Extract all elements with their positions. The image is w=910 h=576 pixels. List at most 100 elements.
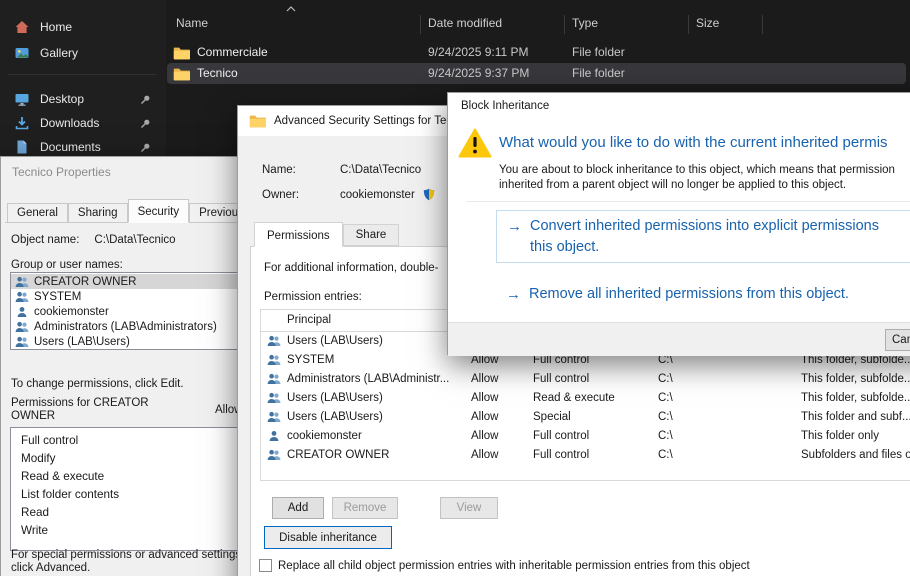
disable-inheritance-button[interactable]: Disable inheritance [264,526,392,549]
cell-inherited-from: C:\ [658,411,798,423]
cell-access: Full control [533,430,655,442]
permission-entry-row[interactable]: Users (LAB\Users) Allow Read & execute C… [261,389,910,408]
user-icon [15,306,29,318]
add-button[interactable]: Add [272,497,324,519]
column-headers: Name Date modified Type Size [166,0,910,38]
documents-icon [14,139,30,155]
cell-applies-to: This folder, subfolde... [801,392,910,404]
cell-applies-to: This folder only [801,430,910,442]
column-divider[interactable] [564,15,565,34]
cell-applies-to: This folder, subfolde... [801,373,910,385]
remove-permissions-command-link[interactable]: → Remove all inherited permissions from … [506,285,910,307]
cell-principal: cookiemonster [287,430,469,442]
replace-permissions-checkbox[interactable] [259,559,272,572]
permission-entry-row[interactable]: CREATOR OWNER Allow Full control C:\ Sub… [261,446,910,465]
permission-entry-row[interactable]: cookiemonster Allow Full control C:\ Thi… [261,427,910,446]
folder-icon [249,114,266,128]
permission-entry-row[interactable]: Users (LAB\Users) Allow Special C:\ This… [261,408,910,427]
folder-icon [173,46,190,60]
folder-icon [173,67,190,81]
cell-access: Full control [533,373,655,385]
cell-principal: Users (LAB\Users) [287,335,469,347]
sidebar-item-label: Gallery [40,46,78,60]
sort-ascending-icon [286,6,296,12]
view-button[interactable]: View [440,497,498,519]
block-inheritance-dialog: Block Inheritance What would you like to… [447,92,910,355]
column-header-date-modified[interactable]: Date modified [428,16,502,30]
sidebar-separator [8,74,156,75]
permission-entries-label: Permission entries: [264,291,362,303]
sidebar-item-label: Documents [40,140,101,154]
remove-button[interactable]: Remove [332,497,398,519]
principal-name: SYSTEM [34,291,81,303]
cell-type: Allow [471,373,531,385]
pin-icon [140,94,151,105]
convert-permissions-command-link[interactable]: → Convert inherited permissions into exp… [496,210,910,263]
downloads-icon [14,115,30,131]
principal-name: Administrators (LAB\Administrators) [34,321,217,333]
principal-name: cookiemonster [34,306,109,318]
cell-access: Special [533,411,655,423]
cell-principal: SYSTEM [287,354,469,366]
sidebar-item-home[interactable]: Home [5,15,161,39]
file-row-tecnico[interactable]: Tecnico 9/24/2025 9:37 PM File folder [167,63,906,84]
group-icon [267,354,281,366]
object-name-row: Object name: C:\Data\Tecnico [11,234,176,246]
owner-value: cookiemonster [340,189,415,201]
column-header-size[interactable]: Size [696,16,719,30]
column-divider[interactable] [762,15,763,34]
column-header-principal[interactable]: Principal [287,314,331,326]
tab-general[interactable]: General [7,203,68,223]
sidebar-item-downloads[interactable]: Downloads [5,111,161,135]
cell-access: Read & execute [533,392,655,404]
pin-icon [140,142,151,153]
column-divider[interactable] [688,15,689,34]
cell-type: Allow [471,430,531,442]
gallery-icon [14,45,30,61]
object-name-value: C:\Data\Tecnico [94,234,175,246]
user-icon [267,430,281,442]
block-dialog-heading: What would you like to do with the curre… [499,134,888,151]
replace-permissions-label[interactable]: Replace all child object permission entr… [278,560,750,572]
pin-icon [140,118,151,129]
sidebar-item-gallery[interactable]: Gallery [5,41,161,65]
object-name-label: Object name: [11,234,79,246]
tab-sharing[interactable]: Sharing [68,203,128,223]
tab-share[interactable]: Share [343,224,400,246]
owner-row: Owner: cookiemonster [262,188,435,201]
cell-principal: Administrators (LAB\Administr... [287,373,469,385]
cell-principal: CREATOR OWNER [287,449,469,461]
sidebar-item-label: Desktop [40,92,84,106]
cancel-button[interactable]: Cancel [885,329,910,351]
cell-inherited-from: C:\ [658,430,798,442]
file-name: Tecnico [197,66,238,80]
file-type: File folder [572,45,625,59]
cell-applies-to: This folder and subf... [801,411,910,423]
tab-permissions[interactable]: Permissions [254,222,343,247]
group-icon [267,449,281,461]
file-name: Commerciale [197,45,268,59]
sidebar-item-desktop[interactable]: Desktop [5,87,161,111]
group-icon [15,291,29,303]
permission-entry-row[interactable]: Administrators (LAB\Administr... Allow F… [261,370,910,389]
sidebar-item-label: Downloads [40,116,99,130]
column-header-type[interactable]: Type [572,16,598,30]
arrow-icon: → [506,286,521,303]
advanced-hint-text-line2: click Advanced. [11,562,90,574]
name-row: Name: C:\Data\Tecnico [262,164,421,176]
name-label: Name: [262,164,340,176]
group-user-names-label: Group or user names: [11,259,123,271]
cell-type: Allow [471,449,531,461]
cell-access: Full control [533,449,655,461]
column-header-name[interactable]: Name [176,16,208,30]
group-icon [267,373,281,385]
file-row-commerciale[interactable]: Commerciale 9/24/2025 9:11 PM File folde… [167,42,906,63]
block-dialog-body: You are about to block inheritance to th… [499,164,895,176]
group-icon [267,411,281,423]
replace-permissions-row: Replace all child object permission entr… [259,559,750,572]
additional-info-text: For additional information, double- [264,262,439,274]
column-divider[interactable] [420,15,421,34]
advanced-tabs: Permissions Share [254,222,399,246]
tab-security[interactable]: Security [128,199,190,223]
group-icon [267,335,281,347]
